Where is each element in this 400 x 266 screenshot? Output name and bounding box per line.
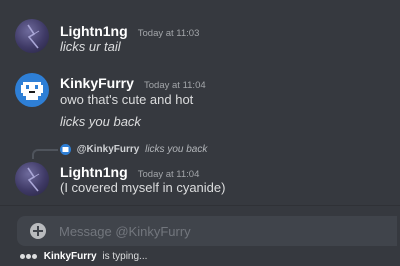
timestamp: Today at 11:04 bbox=[137, 169, 200, 180]
reply-text: licks you back bbox=[145, 144, 208, 155]
avatar-lightn1ng[interactable] bbox=[15, 162, 49, 196]
typing-username: KinkyFurry bbox=[43, 251, 97, 262]
message-composer bbox=[17, 216, 397, 246]
username[interactable]: KinkyFurry bbox=[60, 75, 134, 91]
typing-text: is typing... bbox=[102, 251, 148, 262]
message-header: Lightn1ng Today at 11:04 bbox=[60, 162, 199, 180]
reply-username[interactable]: @KinkyFurry bbox=[77, 144, 140, 155]
typing-indicator: KinkyFurry is typing... bbox=[20, 251, 147, 265]
typing-dots-icon bbox=[20, 251, 38, 262]
message-text: licks you back bbox=[60, 114, 141, 129]
lightning-icon bbox=[27, 24, 40, 49]
message-header: Lightn1ng Today at 11:03 bbox=[60, 21, 199, 39]
plus-circle-icon[interactable] bbox=[30, 223, 46, 239]
pixel-wolf-icon bbox=[21, 82, 43, 100]
avatar-kinkyfurry[interactable] bbox=[15, 73, 49, 107]
timestamp: Today at 11:04 bbox=[144, 80, 206, 91]
message-header: KinkyFurry Today at 11:04 bbox=[60, 73, 206, 91]
avatar-lightn1ng[interactable] bbox=[15, 19, 49, 53]
message-input[interactable] bbox=[59, 216, 389, 246]
lightning-icon bbox=[27, 167, 40, 192]
username[interactable]: Lightn1ng bbox=[60, 164, 128, 180]
message-text: owo that's cute and hot bbox=[60, 92, 194, 107]
reply-spine bbox=[32, 149, 58, 159]
timestamp: Today at 11:03 bbox=[137, 28, 200, 39]
reply-avatar bbox=[60, 144, 71, 155]
message-text: licks ur tail bbox=[60, 39, 121, 54]
divider bbox=[0, 205, 400, 206]
username[interactable]: Lightn1ng bbox=[60, 23, 128, 39]
reply-preview[interactable]: @KinkyFurry licks you back bbox=[60, 144, 207, 158]
dm-chat: Lightn1ng Today at 11:03 licks ur tail K… bbox=[0, 0, 400, 266]
pixel-wolf-icon bbox=[62, 147, 69, 152]
message-text: (I covered myself in cyanide) bbox=[60, 180, 226, 195]
